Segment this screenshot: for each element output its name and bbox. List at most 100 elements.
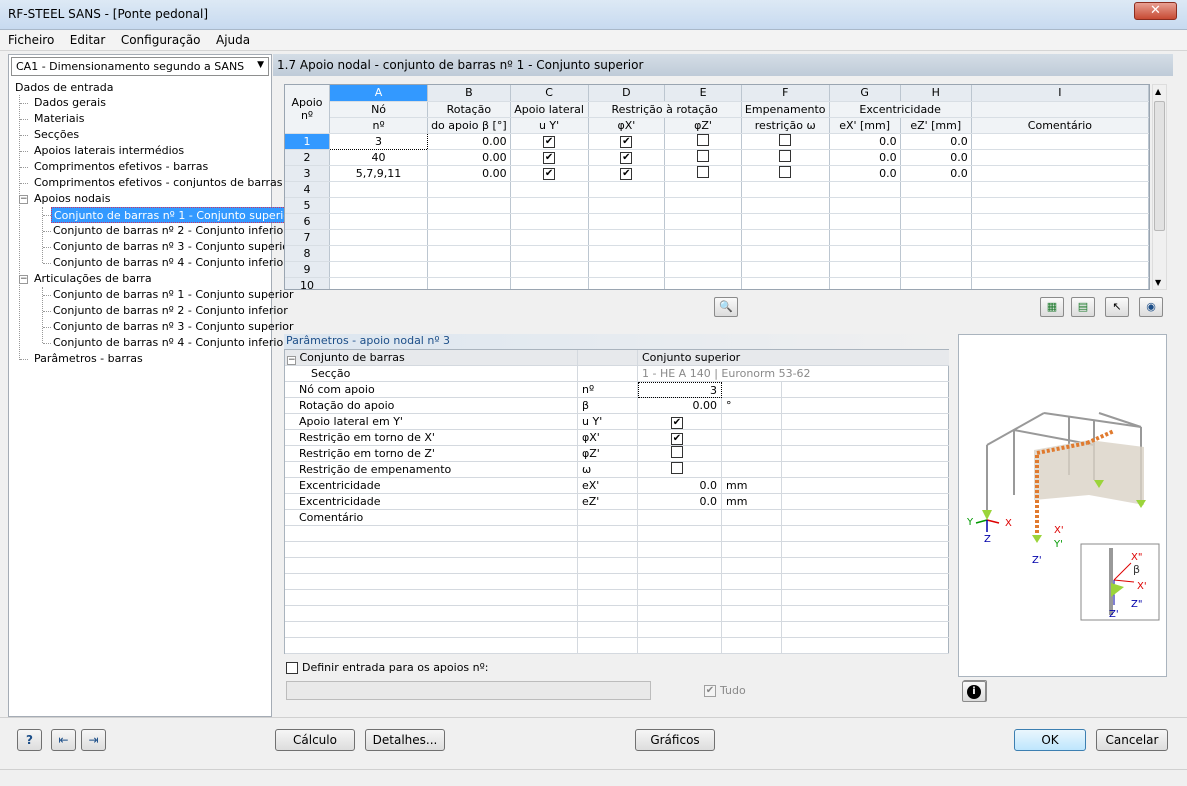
cell-comment[interactable] <box>971 277 1149 289</box>
cell-phiz[interactable] <box>664 261 742 278</box>
cell-phix[interactable]: ✔ <box>588 133 666 150</box>
params-value-cell[interactable]: 0.00 <box>638 398 722 414</box>
cell-lateral[interactable] <box>510 229 589 246</box>
params-checkbox[interactable]: ✔ <box>671 417 683 429</box>
row-number[interactable]: 2 <box>285 149 331 166</box>
menu-ficheiro[interactable]: Ficheiro <box>4 30 58 50</box>
cell-ex[interactable]: 0.0 <box>829 133 901 150</box>
cell-phix[interactable] <box>588 261 666 278</box>
cell-ex[interactable] <box>829 213 901 230</box>
table-scrollbar[interactable]: ▲ ▼ <box>1152 84 1167 290</box>
row-number[interactable]: 10 <box>285 277 331 289</box>
import-excel-button[interactable]: ▤ <box>1071 297 1095 317</box>
cell-node[interactable] <box>329 229 429 246</box>
info-button[interactable]: i <box>962 681 986 702</box>
tree-item-materiais[interactable]: Materiais <box>34 111 84 127</box>
tree-item-apoios-laterais[interactable]: Apoios laterais intermédios <box>34 143 184 159</box>
cell-comment[interactable] <box>971 197 1149 214</box>
cell-lateral[interactable] <box>510 277 589 289</box>
cell-comment[interactable] <box>971 181 1149 198</box>
cell-rotation[interactable]: 0.00 <box>427 165 511 182</box>
cell-comment[interactable] <box>971 149 1149 166</box>
cell-rotation[interactable] <box>427 197 511 214</box>
cell-lateral[interactable]: ✔ <box>510 133 589 150</box>
cell-ez[interactable] <box>900 261 972 278</box>
table-checkbox[interactable] <box>697 149 710 162</box>
cell-node[interactable] <box>329 181 429 198</box>
case-combo[interactable]: CA1 - Dimensionamento segundo a SANS ▼ <box>11 57 269 76</box>
table-checkbox[interactable] <box>779 165 792 178</box>
help-button[interactable]: ? <box>17 729 42 751</box>
export-button[interactable]: ⇥ <box>81 729 106 751</box>
table-checkbox[interactable] <box>779 149 792 162</box>
cell-comment[interactable] <box>971 165 1149 182</box>
row-number[interactable]: 1 <box>285 133 331 150</box>
cell-ex[interactable] <box>829 181 901 198</box>
cell-comment[interactable] <box>971 133 1149 150</box>
cell-rotation[interactable] <box>427 181 511 198</box>
cell-rotation[interactable] <box>427 213 511 230</box>
cell-phiz[interactable] <box>664 245 742 262</box>
cell-warping[interactable] <box>741 277 830 289</box>
cell-lateral[interactable]: ✔ <box>510 165 589 182</box>
tree-item-apoio-conjunto-1[interactable]: Conjunto de barras nº 1 - Conjunto super… <box>51 207 298 223</box>
row-number[interactable]: 5 <box>285 197 331 214</box>
details-button[interactable]: Detalhes... <box>365 729 445 751</box>
cell-ez[interactable] <box>900 277 972 289</box>
col-letter-b[interactable]: B <box>427 85 511 102</box>
menu-configuracao[interactable]: Configuração <box>117 30 205 50</box>
cell-ez[interactable] <box>900 245 972 262</box>
cell-comment[interactable] <box>971 261 1149 278</box>
cell-phix[interactable] <box>588 197 666 214</box>
cell-warping[interactable] <box>741 245 830 262</box>
tree-item-artic-conjunto-1[interactable]: Conjunto de barras nº 1 - Conjunto super… <box>53 287 294 303</box>
ok-button[interactable]: OK <box>1014 729 1086 751</box>
cell-warping[interactable] <box>741 133 830 150</box>
tree-item-articulacoes[interactable]: Articulações de barra <box>34 271 152 287</box>
cell-rotation[interactable]: 0.00 <box>427 149 511 166</box>
cell-phix[interactable] <box>588 181 666 198</box>
col-letter-h[interactable]: H <box>900 85 972 102</box>
calc-button[interactable]: Cálculo <box>275 729 355 751</box>
cancel-button[interactable]: Cancelar <box>1096 729 1168 751</box>
cell-ez[interactable]: 0.0 <box>900 149 972 166</box>
close-button[interactable]: ✕ <box>1134 2 1177 20</box>
cell-ez[interactable] <box>900 181 972 198</box>
params-value-cell[interactable]: 0.0 <box>638 478 722 494</box>
cell-node[interactable] <box>329 245 429 262</box>
cell-warping[interactable] <box>741 213 830 230</box>
cell-phix[interactable] <box>588 277 666 289</box>
tree-item-artic-conjunto-3[interactable]: Conjunto de barras nº 3 - Conjunto super… <box>53 319 294 335</box>
cell-rotation[interactable] <box>427 261 511 278</box>
define-entry-checkbox[interactable] <box>286 662 298 674</box>
table-checkbox[interactable]: ✔ <box>620 136 633 148</box>
tree-item-seccoes[interactable]: Secções <box>34 127 79 143</box>
cell-warping[interactable] <box>741 261 830 278</box>
params-value-cell[interactable]: 0.0 <box>638 494 722 510</box>
cell-lateral[interactable] <box>510 181 589 198</box>
cell-rotation[interactable] <box>427 245 511 262</box>
row-number[interactable]: 3 <box>285 165 331 182</box>
graphics-button[interactable]: Gráficos <box>635 729 715 751</box>
select-graphic-button[interactable]: ↖ <box>1105 297 1129 317</box>
tree-item-comprimentos-barras[interactable]: Comprimentos efetivos - barras <box>34 159 208 175</box>
import-button[interactable]: ⇤ <box>51 729 76 751</box>
cell-warping[interactable] <box>741 229 830 246</box>
cell-phiz[interactable] <box>664 277 742 289</box>
cell-rotation[interactable] <box>427 229 511 246</box>
define-entry-input[interactable] <box>286 681 651 700</box>
cell-ex[interactable] <box>829 245 901 262</box>
cell-comment[interactable] <box>971 245 1149 262</box>
col-letter-e[interactable]: E <box>664 85 742 102</box>
cell-ez[interactable] <box>900 229 972 246</box>
cell-node[interactable] <box>329 213 429 230</box>
scroll-thumb[interactable] <box>1154 101 1165 231</box>
row-number[interactable]: 7 <box>285 229 331 246</box>
cell-ez[interactable]: 0.0 <box>900 133 972 150</box>
scroll-down-icon[interactable]: ▼ <box>1155 278 1161 287</box>
tree-item-apoio-conjunto-4[interactable]: Conjunto de barras nº 4 - Conjunto infer… <box>53 255 288 271</box>
row-number[interactable]: 9 <box>285 261 331 278</box>
cell-node[interactable]: 5,7,9,11 <box>329 165 429 182</box>
params-value-cell[interactable] <box>638 462 722 478</box>
cell-comment[interactable] <box>971 229 1149 246</box>
